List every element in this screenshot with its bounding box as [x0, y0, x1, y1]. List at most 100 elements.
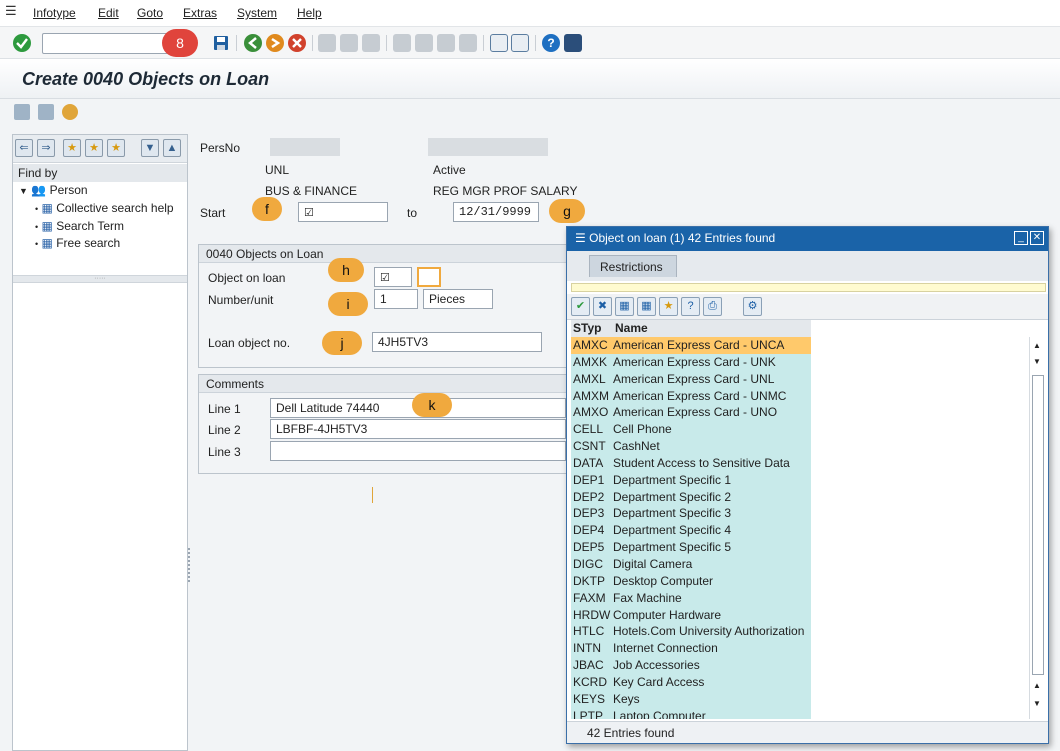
back-icon[interactable] [244, 34, 262, 52]
loan-object-no-field[interactable]: 4JH5TV3 [372, 332, 542, 352]
favorite-edit-icon[interactable]: ★ [107, 139, 125, 157]
menu-edit[interactable]: Edit [98, 6, 119, 20]
scroll-down-icon[interactable]: ▼ [1033, 357, 1041, 366]
nav-back-icon[interactable]: ⇐ [15, 139, 33, 157]
close-icon[interactable]: ✕ [1030, 231, 1044, 245]
cancel-icon[interactable] [288, 34, 306, 52]
shortcut-icon[interactable] [511, 34, 529, 52]
callout-8: 8 [162, 29, 198, 57]
result-row[interactable]: FAXM Fax Machine [571, 590, 811, 607]
object-on-loan-help-button[interactable] [417, 267, 441, 287]
result-row[interactable]: JBAC Job Accessories [571, 657, 811, 674]
popup-menu-icon[interactable]: ☰ [575, 231, 586, 245]
popup-toolbar: ✔ ✖ ▦ ▦ ★ ? ⎙ ⚙ [567, 294, 1048, 320]
continue-check-icon[interactable]: ✔ [571, 297, 590, 316]
callout-g: g [549, 199, 585, 223]
minimize-icon[interactable]: _ [1014, 231, 1028, 245]
scroll-thumb[interactable] [1032, 375, 1044, 675]
number-field[interactable]: 1 [374, 289, 418, 309]
new-session-icon[interactable] [490, 34, 508, 52]
print-icon[interactable]: ⎙ [703, 297, 722, 316]
collapse-up-icon[interactable]: ▲ [163, 139, 181, 157]
row-code: AMXC [573, 338, 608, 352]
tree-item-label: Search Term [56, 219, 124, 233]
previous-record-icon[interactable] [14, 104, 30, 120]
line3-field[interactable] [270, 441, 566, 461]
command-field[interactable] [42, 33, 182, 54]
expand-arrow-icon[interactable]: ▼ [19, 186, 28, 196]
column-styp[interactable]: STyp [573, 321, 601, 335]
menu-extras[interactable]: Extras [183, 6, 217, 20]
print-icon [318, 34, 336, 52]
tree-item-search-term[interactable]: • ▦ Search Term [35, 219, 124, 233]
result-row[interactable]: AMXO American Express Card - UNO [571, 404, 811, 421]
result-row[interactable]: KCRD Key Card Access [571, 674, 811, 691]
result-row[interactable]: DIGC Digital Camera [571, 556, 811, 573]
restrictions-toggle-bar[interactable] [571, 283, 1046, 292]
menu-goto[interactable]: Goto [137, 6, 163, 20]
next-record-icon[interactable] [38, 104, 54, 120]
result-row[interactable]: KEYS Keys [571, 691, 811, 708]
tree-item-collective-search[interactable]: • ▦ Collective search help [35, 201, 174, 215]
row-name: Computer Hardware [613, 607, 722, 622]
menu-infotype[interactable]: Infotype [33, 6, 76, 20]
result-row[interactable]: AMXM American Express Card - UNMC [571, 388, 811, 405]
expand-down-icon[interactable]: ▼ [141, 139, 159, 157]
info-help-icon[interactable]: ? [681, 297, 700, 316]
menu-system[interactable]: System [237, 6, 277, 20]
result-row[interactable]: LPTP Laptop Computer [571, 708, 811, 719]
column-name[interactable]: Name [615, 321, 648, 335]
result-row[interactable]: HTLC Hotels.Com University Authorization [571, 623, 811, 640]
settings-icon[interactable]: ⚙ [743, 297, 762, 316]
row-name: American Express Card - UNK [613, 354, 776, 369]
panel-splitter[interactable]: ····· [13, 275, 187, 283]
result-row[interactable]: DEP1 Department Specific 1 [571, 472, 811, 489]
end-date-field[interactable]: 12/31/9999 [453, 202, 539, 222]
overview-icon[interactable] [62, 104, 78, 120]
help-icon[interactable]: ? [542, 34, 560, 52]
result-row[interactable]: DEP2 Department Specific 2 [571, 489, 811, 506]
result-row[interactable]: DKTP Desktop Computer [571, 573, 811, 590]
add-favorite-icon[interactable]: ★ [659, 297, 678, 316]
binoculars-icon: ▦ [41, 236, 53, 250]
result-row[interactable]: DEP5 Department Specific 5 [571, 539, 811, 556]
scroll-down-icon[interactable]: ▼ [1033, 699, 1041, 708]
scroll-up-icon[interactable]: ▲ [1033, 341, 1041, 350]
result-row[interactable]: AMXK American Express Card - UNK [571, 354, 811, 371]
nav-forward-icon[interactable]: ⇒ [37, 139, 55, 157]
save-icon[interactable] [212, 34, 230, 52]
tree-person[interactable]: ▼ 👥 Person [19, 183, 88, 197]
result-row[interactable]: AMXL American Express Card - UNL [571, 371, 811, 388]
object-on-loan-field[interactable]: ☑ [374, 267, 412, 287]
customize-layout-icon[interactable] [564, 34, 582, 52]
result-row[interactable]: HRDW Computer Hardware [571, 607, 811, 624]
line2-field[interactable]: LBFBF-4JH5TV3 [270, 419, 566, 439]
menu-icon[interactable]: ☰ [5, 4, 21, 18]
favorite-icon[interactable]: ★ [85, 139, 103, 157]
row-name: Department Specific 4 [613, 523, 732, 538]
binoculars-icon: ▦ [41, 201, 53, 215]
favorite-add-icon[interactable]: ★ [63, 139, 81, 157]
result-row[interactable]: DEP4 Department Specific 4 [571, 522, 811, 539]
row-code: AMXM [573, 388, 609, 403]
menu-help[interactable]: Help [297, 6, 322, 20]
result-row[interactable]: CELL Cell Phone [571, 421, 811, 438]
result-row[interactable]: DATA Student Access to Sensitive Data [571, 455, 811, 472]
unit-field[interactable]: Pieces [423, 289, 493, 309]
result-row[interactable]: INTN Internet Connection [571, 640, 811, 657]
find-binoculars-icon[interactable]: ▦ [615, 297, 634, 316]
tree-item-free-search[interactable]: • ▦ Free search [35, 236, 120, 250]
find-next-icon[interactable]: ▦ [637, 297, 656, 316]
result-scrollbar[interactable]: ▲ ▼ ▲ ▼ [1029, 337, 1046, 719]
result-row[interactable]: DEP3 Department Specific 3 [571, 505, 811, 522]
start-date-field[interactable]: ☑ [298, 202, 388, 222]
enter-check-icon[interactable] [13, 34, 31, 52]
cancel-x-icon[interactable]: ✖ [593, 297, 612, 316]
result-row[interactable]: AMXC American Express Card - UNCA [571, 337, 811, 354]
tab-restrictions[interactable]: Restrictions [589, 255, 677, 277]
panel-resize-handle[interactable] [188, 548, 192, 582]
scroll-up-icon[interactable]: ▲ [1033, 681, 1041, 690]
exit-icon[interactable] [266, 34, 284, 52]
result-row[interactable]: CSNT CashNet [571, 438, 811, 455]
line2-label: Line 2 [208, 423, 241, 437]
